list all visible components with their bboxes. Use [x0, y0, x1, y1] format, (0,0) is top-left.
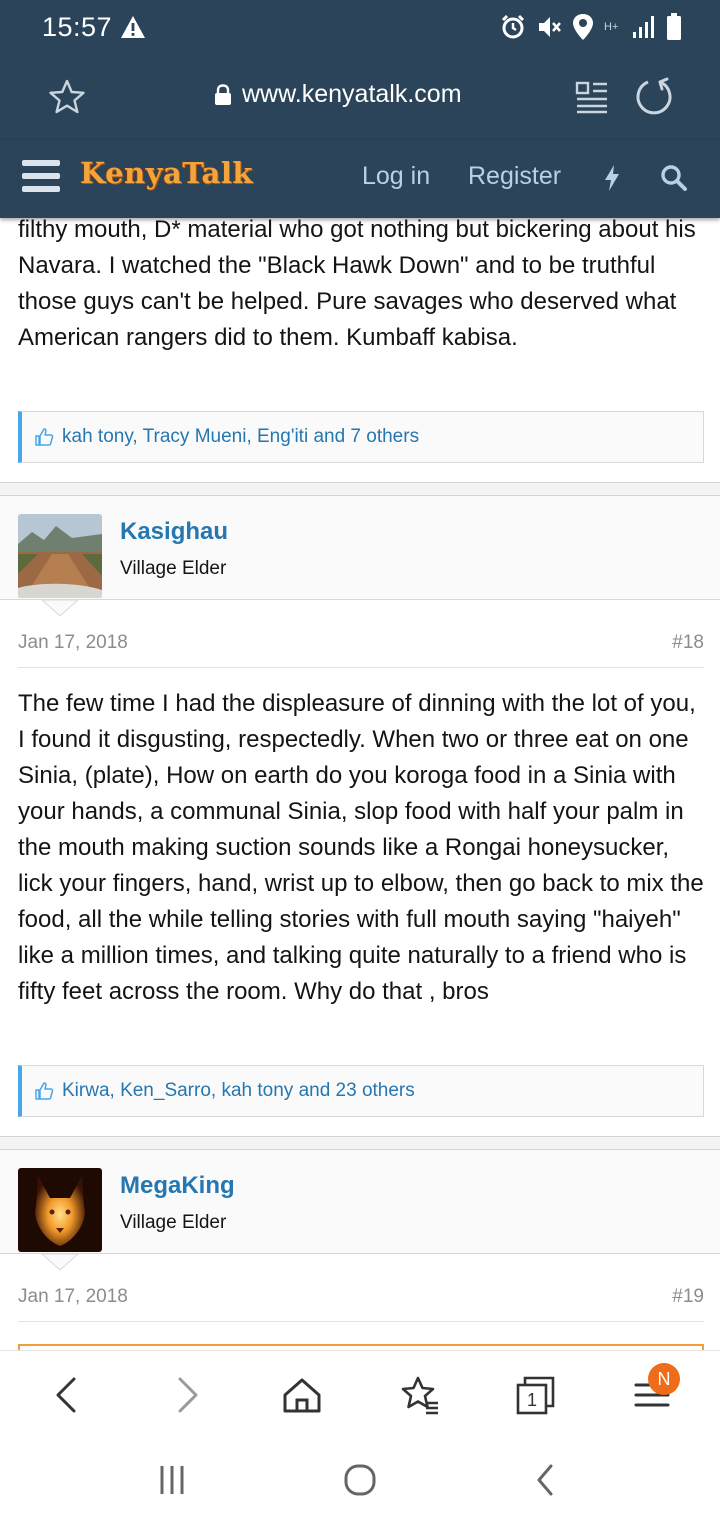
- post-body: The few time I had the displeasure of di…: [18, 690, 704, 1005]
- browser-url-bar: www.kenyatalk.com: [0, 56, 720, 140]
- avatar[interactable]: [18, 1168, 102, 1252]
- post-body: filthy mouth, D* material who got nothin…: [18, 218, 696, 351]
- reaction-bar[interactable]: Kirwa, Ken_Sarro, kah tony and 23 others: [18, 1065, 704, 1117]
- forward-icon[interactable]: [164, 1373, 208, 1417]
- author-pointer: [42, 600, 78, 617]
- register-link[interactable]: Register: [468, 162, 561, 191]
- status-bar: 15:57 H+: [0, 0, 720, 56]
- lock-icon: [215, 84, 231, 105]
- reload-icon[interactable]: [634, 76, 674, 116]
- status-time: 15:57: [42, 12, 113, 42]
- reader-mode-icon[interactable]: [574, 78, 610, 114]
- status-icons: H+: [500, 12, 682, 42]
- bolt-icon[interactable]: [602, 164, 622, 192]
- battery-icon: [667, 13, 681, 40]
- signal-icon: [633, 16, 654, 38]
- star-icon[interactable]: [48, 78, 86, 116]
- tabs-icon[interactable]: 1: [514, 1373, 558, 1417]
- post-separator: [0, 1136, 720, 1150]
- like-icon: [35, 428, 54, 446]
- system-navigation-bar: [0, 1440, 720, 1520]
- like-icon: [35, 1082, 54, 1100]
- post-number[interactable]: #18: [672, 632, 704, 654]
- site-logo[interactable]: KenyaTalk: [80, 156, 253, 190]
- post-meta: Jan 17, 2018 #19: [18, 1280, 704, 1322]
- site-header: KenyaTalk Log in Register: [0, 140, 720, 218]
- browser-bottom-bar: 1 N: [0, 1350, 720, 1440]
- reaction-text[interactable]: Kirwa, Ken_Sarro, kah tony and 23 others: [62, 1080, 415, 1102]
- thread-content: filthy mouth, D* material who got nothin…: [0, 218, 720, 1350]
- avatar-fire-wolf-image: [18, 1168, 102, 1252]
- menu-icon[interactable]: [22, 160, 60, 192]
- back-chevron-icon[interactable]: [526, 1460, 566, 1500]
- user-title: Village Elder: [120, 1212, 227, 1233]
- avatar-road-image: [18, 514, 102, 598]
- username[interactable]: MegaKing: [120, 1172, 235, 1200]
- post-number[interactable]: #19: [672, 1286, 704, 1308]
- username[interactable]: Kasighau: [120, 518, 228, 546]
- url-text[interactable]: www.kenyatalk.com: [242, 80, 462, 109]
- user-title: Village Elder: [120, 558, 227, 579]
- reaction-text[interactable]: kah tony, Tracy Mueni, Eng'iti and 7 oth…: [62, 426, 419, 448]
- author-pointer: [42, 1254, 78, 1271]
- user-block: MegaKing Village Elder: [0, 1150, 720, 1254]
- recents-icon[interactable]: [152, 1460, 192, 1500]
- bookmarks-icon[interactable]: [398, 1373, 442, 1417]
- location-icon: [573, 14, 593, 40]
- post-date[interactable]: Jan 17, 2018: [18, 632, 128, 654]
- home-icon[interactable]: [280, 1373, 324, 1417]
- back-icon[interactable]: [46, 1373, 90, 1417]
- post-meta: Jan 17, 2018 #18: [18, 626, 704, 668]
- reaction-bar[interactable]: kah tony, Tracy Mueni, Eng'iti and 7 oth…: [18, 411, 704, 463]
- user-block: Kasighau Village Elder: [0, 496, 720, 600]
- avatar[interactable]: [18, 514, 102, 598]
- warning-icon: [121, 16, 145, 38]
- alarm-icon: [501, 14, 525, 39]
- login-link[interactable]: Log in: [362, 162, 430, 191]
- post-separator: [0, 482, 720, 496]
- mute-icon: [539, 17, 561, 37]
- notification-badge: N: [648, 1363, 680, 1395]
- search-icon[interactable]: [660, 164, 688, 192]
- post-date[interactable]: Jan 17, 2018: [18, 1286, 128, 1308]
- tab-count: 1: [527, 1390, 537, 1410]
- home-circle-icon[interactable]: [340, 1460, 380, 1500]
- network-type: H+: [604, 20, 619, 33]
